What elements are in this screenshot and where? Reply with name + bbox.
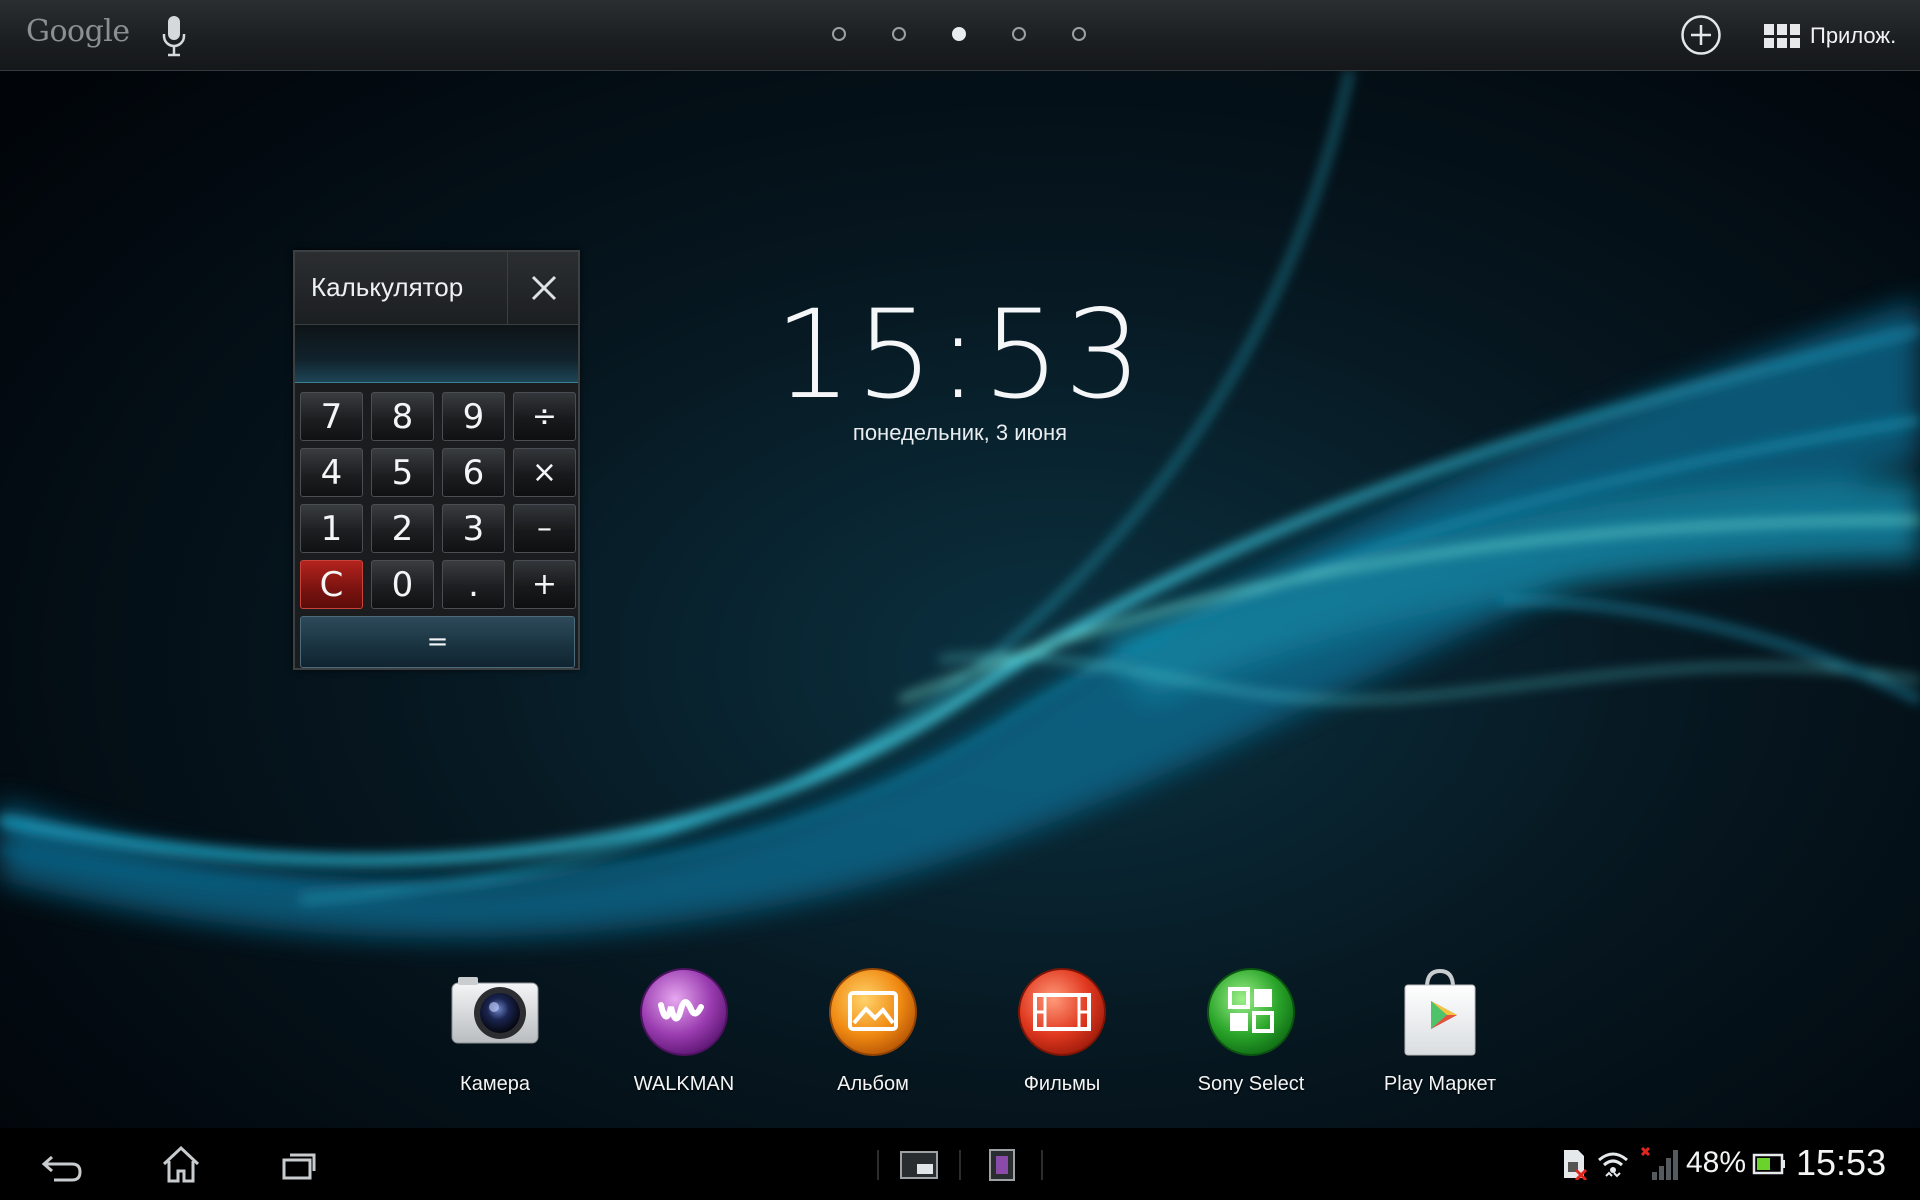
key-clear[interactable]: C <box>300 560 363 609</box>
key-7[interactable]: 7 <box>300 392 363 441</box>
home-page-indicator <box>832 27 1086 41</box>
apps-grid-icon <box>1764 24 1800 48</box>
key-minus[interactable]: – <box>513 504 576 553</box>
key-3[interactable]: 3 <box>442 504 505 553</box>
clock-time: 15:53 <box>774 284 1146 426</box>
key-2[interactable]: 2 <box>371 504 434 553</box>
dock-app-album[interactable]: Альбом <box>788 965 958 1096</box>
key-1[interactable]: 1 <box>300 504 363 553</box>
calculator-title: Калькулятор <box>311 272 464 302</box>
dock-app-label: Альбом <box>837 1073 909 1095</box>
calculator-keypad: 7 8 9 ÷ 4 5 6 × 1 2 3 – C 0 . + <box>300 392 576 609</box>
page-dot[interactable] <box>1072 27 1086 41</box>
key-9[interactable]: 9 <box>442 392 505 441</box>
page-dot[interactable] <box>892 27 906 41</box>
divider <box>877 1150 879 1180</box>
battery-icon <box>1752 1153 1785 1175</box>
app-dock: Камера WALKMAN Альбом Фильмы Sony Select… <box>410 965 1510 1105</box>
plus-circle-icon[interactable] <box>1680 14 1722 56</box>
key-plus[interactable]: + <box>513 560 576 609</box>
key-4[interactable]: 4 <box>300 448 363 497</box>
key-decimal[interactable]: . <box>442 560 505 609</box>
dock-app-walkman[interactable]: WALKMAN <box>599 965 769 1096</box>
status-clock: 15:53 <box>1796 1142 1887 1183</box>
key-0[interactable]: 0 <box>371 560 434 609</box>
top-bar: Google Прилож. <box>0 0 1920 71</box>
divider <box>959 1150 961 1180</box>
play-store-icon <box>1404 968 1476 1056</box>
close-icon <box>531 275 556 301</box>
battery-percent: 48% <box>1686 1146 1747 1179</box>
key-equals[interactable]: = <box>300 616 575 668</box>
apps-button[interactable]: Прилож. <box>1764 20 1896 52</box>
apps-label: Прилож. <box>1810 23 1897 48</box>
recent-apps-icon[interactable] <box>276 1142 326 1186</box>
small-app-icon[interactable] <box>895 1142 945 1186</box>
page-dot[interactable] <box>1012 27 1026 41</box>
key-multiply[interactable]: × <box>513 448 576 497</box>
close-button[interactable] <box>507 252 579 324</box>
key-5[interactable]: 5 <box>371 448 434 497</box>
dock-app-label: Фильмы <box>1023 1073 1101 1095</box>
clock-widget[interactable]: 15:53 понедельник, 3 июня <box>760 290 1160 446</box>
back-icon[interactable] <box>36 1142 86 1186</box>
walkman-icon <box>640 968 728 1056</box>
dock-app-label: Sony Select <box>1197 1073 1305 1095</box>
mic-icon[interactable] <box>160 14 188 58</box>
sim-error-icon <box>1564 1150 1588 1180</box>
key-divide[interactable]: ÷ <box>513 392 576 441</box>
dock-app-camera[interactable]: Камера <box>410 965 580 1096</box>
calculator-display <box>295 325 578 383</box>
key-6[interactable]: 6 <box>442 448 505 497</box>
camera-icon <box>451 977 539 1044</box>
wifi-icon <box>1598 1152 1628 1178</box>
small-app-2-icon[interactable] <box>978 1142 1028 1186</box>
album-icon <box>829 968 917 1056</box>
calculator-widget: Калькулятор 7 8 9 ÷ 4 5 6 × 1 2 3 – C 0 … <box>293 250 580 670</box>
system-bar: 48% 15:53 <box>0 1128 1920 1200</box>
dock-app-label: Камера <box>460 1073 530 1095</box>
page-dot[interactable] <box>832 27 846 41</box>
calculator-header: Калькулятор <box>295 252 578 325</box>
dock-app-label: WALKMAN <box>633 1073 735 1095</box>
dock-app-play-store[interactable]: Play Маркет <box>1355 965 1525 1096</box>
key-8[interactable]: 8 <box>371 392 434 441</box>
page-dot-current[interactable] <box>952 27 966 41</box>
dock-app-label: Play Маркет <box>1383 1073 1497 1095</box>
home-icon[interactable] <box>156 1142 206 1186</box>
signal-icon <box>1640 1146 1678 1180</box>
movies-icon <box>1018 968 1106 1056</box>
divider <box>1041 1150 1043 1180</box>
dock-app-sony-select[interactable]: Sony Select <box>1166 965 1336 1096</box>
sony-select-icon <box>1207 968 1295 1056</box>
dock-app-movies[interactable]: Фильмы <box>977 965 1147 1096</box>
google-search-logo[interactable]: Google <box>26 14 130 49</box>
